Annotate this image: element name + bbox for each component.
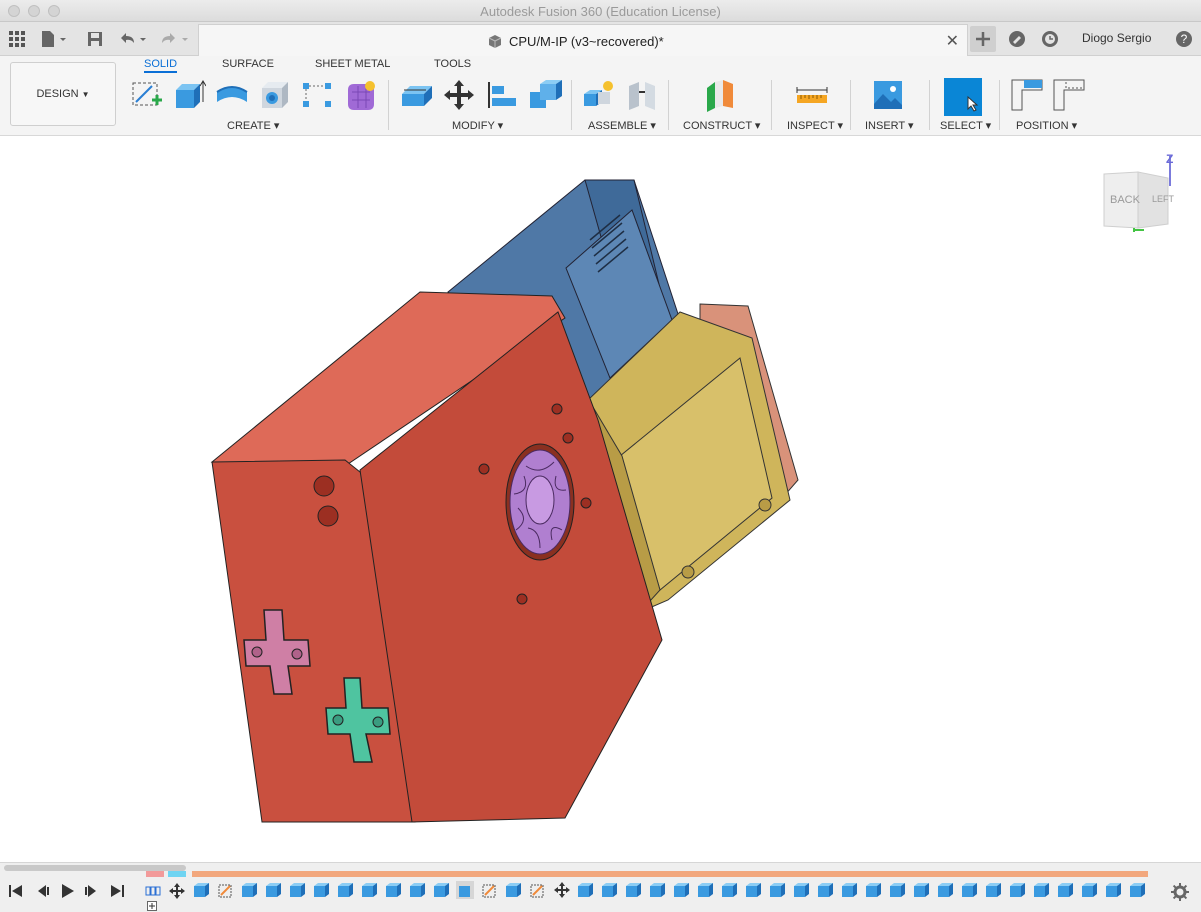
view-cube[interactable]: Z BACK LEFT [1098,152,1178,234]
construct-label: CONSTRUCT [683,120,752,132]
job-status-icon[interactable] [1041,30,1059,48]
model-canvas[interactable] [0,136,1201,862]
tab-bar: CPU/M-IP (v3~recovered)* ✕ Diogo Sergio … [0,22,1201,56]
select-menu[interactable]: SELECT ▾ [940,119,991,132]
go-to-start-icon[interactable] [8,883,24,899]
insert-image-icon[interactable] [871,78,905,112]
create-label: CREATE [227,120,271,132]
file-menu-icon[interactable] [40,30,68,48]
form-icon[interactable] [344,78,378,112]
ribbon-toolbar: DESIGN ▼ SOLID SURFACE SHEET METAL TOOLS… [0,56,1201,136]
plane-icon[interactable] [703,78,737,112]
window-titlebar: Autodesk Fusion 360 (Education License) [0,0,1201,22]
modify-menu[interactable]: MODIFY ▾ [452,119,503,132]
svg-text:?: ? [1181,32,1188,46]
timeline-feature-bar [192,871,1148,877]
step-forward-icon[interactable] [84,883,100,899]
step-back-icon[interactable] [34,883,50,899]
position-label: POSITION [1016,120,1069,132]
play-icon[interactable] [59,883,75,899]
back-face-label[interactable]: BACK [1110,194,1140,206]
construct-menu[interactable]: CONSTRUCT ▾ [683,119,760,132]
toolbar-divider [850,80,851,130]
position-icon[interactable] [1010,78,1090,112]
select-box-icon[interactable] [944,78,982,116]
assemble-menu[interactable]: ASSEMBLE ▾ [588,119,656,132]
new-component-icon[interactable] [582,78,616,112]
chevron-down-icon: ▼ [81,89,90,99]
pattern-icon[interactable] [300,78,334,112]
left-face-label[interactable]: LEFT [1152,194,1174,204]
timeline-features[interactable] [192,881,1152,901]
z-axis-label: Z [1166,152,1174,166]
workspace-switcher[interactable]: DESIGN ▼ [10,62,116,126]
toolbar-divider [929,80,930,130]
fan-body[interactable] [505,443,575,561]
plus-icon [976,32,990,46]
tab-sheet-metal[interactable]: SHEET METAL [315,58,390,70]
timeline-settings-icon[interactable] [1171,883,1189,901]
new-tab-button[interactable] [970,26,996,52]
workspace-label: DESIGN [36,88,79,100]
document-tab[interactable]: CPU/M-IP (v3~recovered)* ✕ [198,24,968,56]
tab-solid[interactable]: SOLID [144,58,178,73]
extrude-icon[interactable] [172,78,206,112]
inspect-label: INSPECT [787,120,835,132]
undo-icon[interactable] [118,30,150,48]
toolbar-divider [668,80,669,130]
select-label: SELECT [940,120,983,132]
extensions-icon[interactable] [1008,30,1026,48]
timeline-expand-icon[interactable] [147,901,157,911]
go-to-end-icon[interactable] [109,883,125,899]
toolbar-divider [388,80,389,130]
document-title: CPU/M-IP (v3~recovered)* [509,34,664,49]
grid-icon[interactable] [8,30,26,48]
joint-icon[interactable] [625,78,659,112]
measure-icon[interactable] [795,78,829,112]
revolve-icon[interactable] [215,78,249,112]
window-title: Autodesk Fusion 360 (Education License) [480,4,721,19]
hole-icon[interactable] [258,78,292,112]
modify-label: MODIFY [452,120,495,132]
tab-surface[interactable]: SURFACE [222,58,274,70]
toolbar-divider [999,80,1000,130]
toolbar-divider [771,80,772,130]
save-icon[interactable] [86,30,104,48]
close-tab-icon[interactable]: ✕ [946,31,959,51]
timeline-feature-icons [194,881,1145,899]
press-pull-icon[interactable] [400,78,434,112]
redo-icon[interactable] [160,30,192,48]
timeline-marker-red [146,871,164,877]
toolbar-divider [571,80,572,130]
position-menu[interactable]: POSITION ▾ [1016,119,1077,132]
sketch-icon[interactable] [130,78,164,112]
timeline-group-icon[interactable] [145,883,161,899]
move-icon[interactable] [442,78,476,112]
help-icon[interactable]: ? [1175,30,1193,48]
align-icon[interactable] [485,78,519,112]
timeline [0,862,1201,912]
cursor-icon [967,95,979,112]
inspect-menu[interactable]: INSPECT ▾ [787,119,843,132]
component-icon [488,35,502,48]
timeline-marker-blue [168,871,186,877]
tab-tools[interactable]: TOOLS [434,58,471,70]
combine-icon[interactable] [528,78,562,112]
canvas-viewport[interactable]: Z BACK LEFT [0,136,1201,862]
timeline-move-icon[interactable] [169,883,185,899]
insert-label: INSERT [865,120,905,132]
create-menu[interactable]: CREATE ▾ [227,119,279,132]
insert-menu[interactable]: INSERT ▾ [865,119,914,132]
assemble-label: ASSEMBLE [588,120,648,132]
user-name[interactable]: Diogo Sergio [1082,31,1151,45]
